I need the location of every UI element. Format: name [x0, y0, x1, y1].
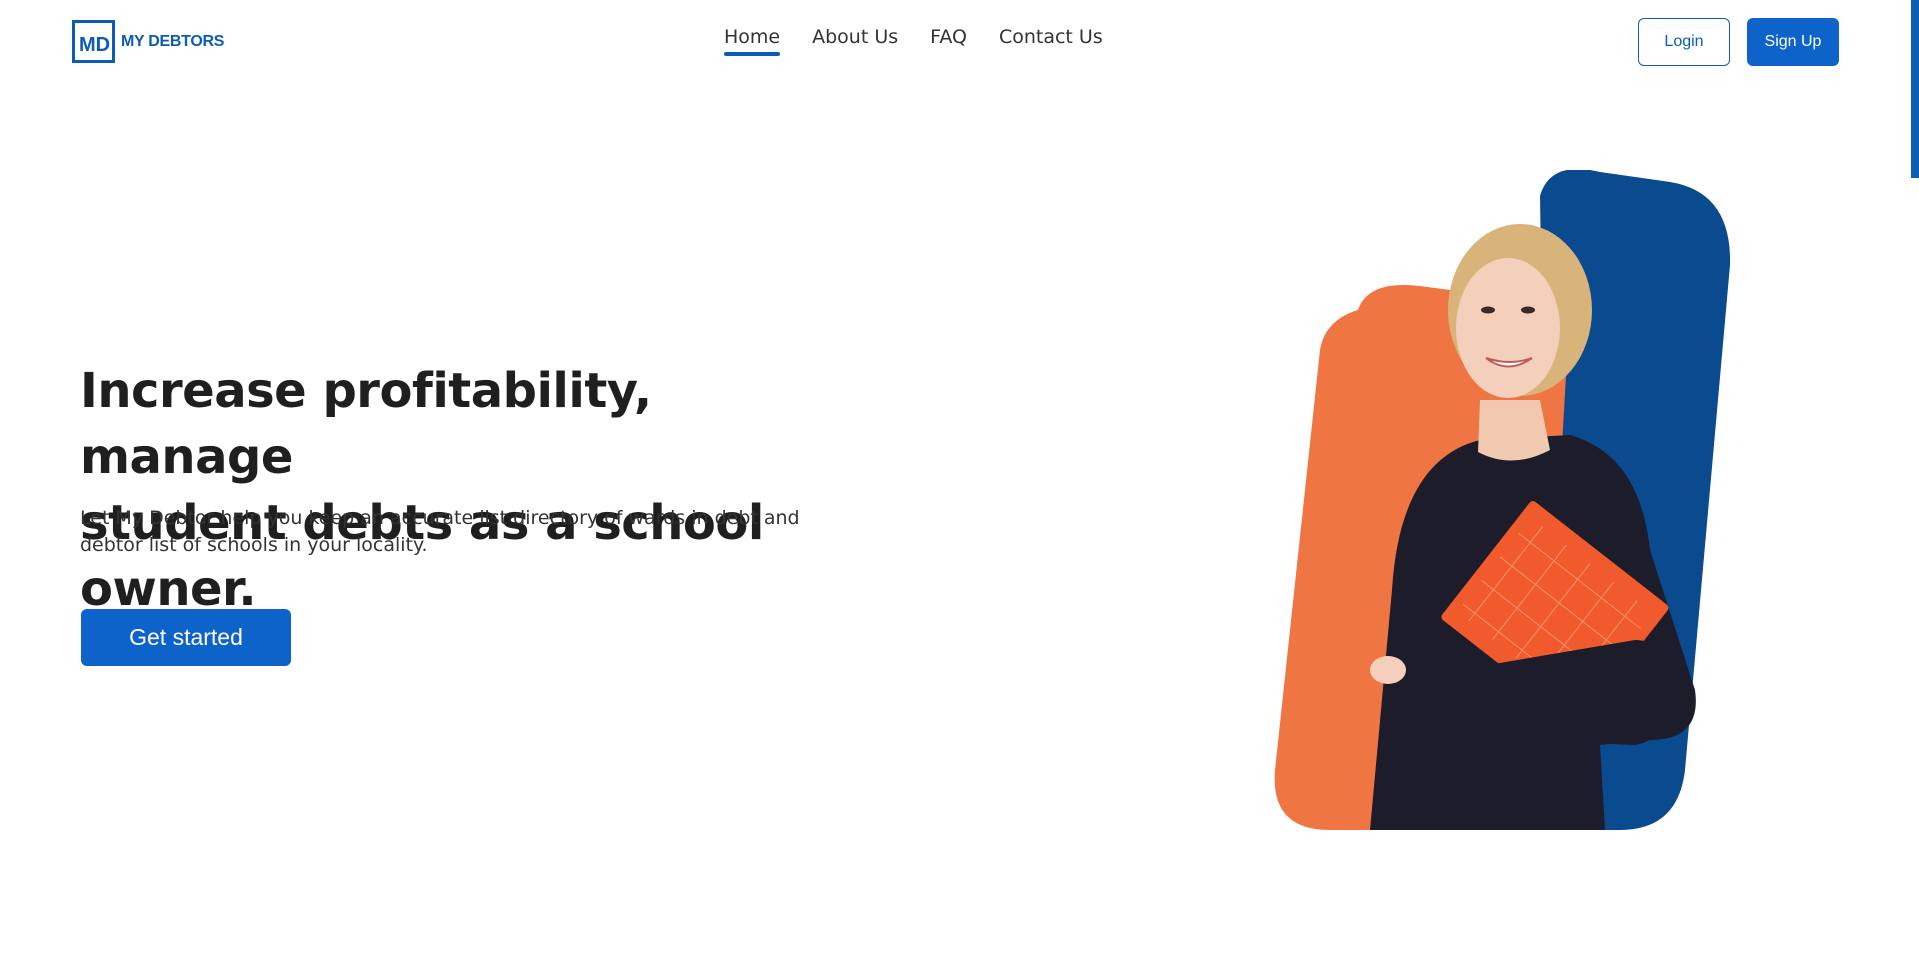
neck-shape [1478, 400, 1550, 461]
md-logo-icon: MD [72, 20, 115, 63]
hero-subtitle: Let My Debtor help you keep an accurate … [80, 507, 800, 556]
hero-title: Increase profitability, manage student d… [80, 358, 880, 622]
nav-faq[interactable]: FAQ [930, 26, 967, 56]
brand-name: MY DEBTORS [121, 32, 225, 50]
nav-about-us[interactable]: About Us [812, 26, 898, 56]
signup-button[interactable]: Sign Up [1747, 18, 1839, 66]
get-started-button[interactable]: Get started [81, 609, 291, 666]
login-button[interactable]: Login [1638, 18, 1730, 66]
scrollbar-thumb[interactable] [1911, 0, 1919, 178]
hero-illustration [1274, 170, 1731, 830]
site-header: MD MY DEBTORS Home About Us FAQ Contact … [0, 0, 1919, 86]
main-nav: Home About Us FAQ Contact Us [724, 26, 1103, 56]
svg-text:MD: MD [79, 34, 110, 56]
nav-home[interactable]: Home [724, 26, 781, 56]
hero-title-line-1: Increase profitability, manage [80, 363, 652, 485]
hand-shape [1370, 656, 1406, 684]
face-shape [1456, 258, 1560, 398]
nav-contact-us[interactable]: Contact Us [999, 26, 1103, 56]
brand-logo[interactable]: MD MY DEBTORS [72, 20, 224, 63]
